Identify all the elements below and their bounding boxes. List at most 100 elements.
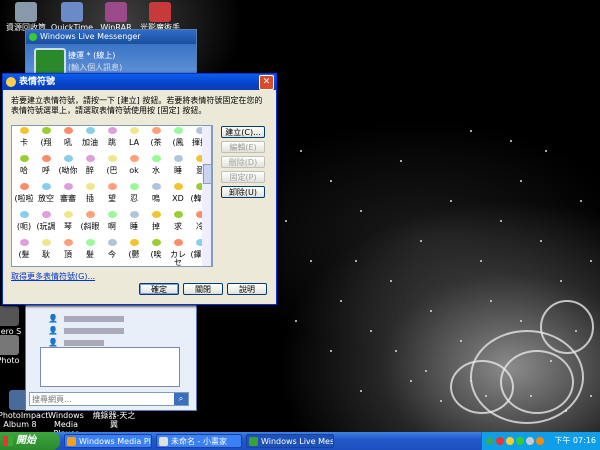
emoticon-icon [19, 127, 29, 134]
emoticon-shortcut-label[interactable]: 睡 [168, 167, 188, 183]
emoticon-shortcut-label[interactable]: (啦啦 [14, 195, 34, 211]
emoticon-icon [173, 127, 183, 134]
recycle-bin-icon [15, 2, 37, 22]
emoticon-icon [19, 155, 29, 162]
emoticon-icon [85, 239, 95, 246]
contact-row[interactable]: 👤 [48, 326, 124, 335]
emoticon-shortcut-label[interactable]: 跳 [102, 139, 122, 155]
emoticon-icon [151, 211, 161, 218]
snowflake [410, 380, 412, 382]
emoticon-icon [63, 155, 73, 162]
emoticon-shortcut-label[interactable]: ok [124, 167, 144, 183]
emoticon-shortcut-label[interactable]: (鳳 [168, 139, 188, 155]
emoticon-shortcut-label[interactable]: (呦你 [58, 167, 78, 183]
task-label: 未命名 - 小畫家 [171, 437, 227, 446]
get-more-emoticons-link[interactable]: 取得更多表情符號(G)... [11, 271, 95, 282]
emoticon-shortcut-label[interactable]: (斜眼 [80, 223, 100, 239]
emoticon-shortcut-label[interactable]: (茶 [146, 139, 166, 155]
emoticon-shortcut-label[interactable]: 望 [102, 195, 122, 211]
snowflake [460, 340, 462, 342]
dialog-description: 若要建立表情符號，請按一下 [建立] 按鈕。若要將表情符號固定在您的表情符號選單… [11, 96, 263, 115]
create-button[interactable]: 建立(C)... [221, 126, 265, 138]
emoticon-shortcut-label[interactable]: 頂 [58, 251, 78, 266]
emoticon-shortcut-label[interactable]: 插 [80, 195, 100, 211]
emoticon-shortcut-label[interactable]: (呃) [14, 223, 34, 239]
emoticon-shortcut-label[interactable]: 啊 [102, 223, 122, 239]
messenger-display-name[interactable]: 捷運 * (線上) [68, 50, 115, 61]
web-search-input[interactable] [30, 393, 174, 405]
emoticon-shortcut-label[interactable]: 耿 [36, 251, 56, 266]
close-button[interactable]: 關閉 [183, 283, 223, 295]
snowflake [420, 240, 422, 242]
emoticon-shortcut-label[interactable]: 卡 [14, 139, 34, 155]
start-button[interactable]: 開始 [0, 432, 60, 450]
smiley-icon [6, 77, 16, 87]
ok-button[interactable]: 確定 [139, 283, 179, 295]
emoticon-shortcut-label[interactable]: 髮 [80, 251, 100, 266]
emoticon-shortcut-label[interactable]: 放空 [36, 195, 56, 211]
emoticon-shortcut-label[interactable]: LA [124, 139, 144, 155]
emoticon-shortcut-label[interactable]: 嗚 [146, 195, 166, 211]
emoticon-shortcut-label[interactable]: (髮 [14, 251, 34, 266]
winrar-icon [105, 2, 127, 22]
tray-icon[interactable] [526, 437, 534, 445]
task-messenger[interactable]: Windows Live Messen... [246, 434, 334, 448]
tray-icon[interactable] [486, 437, 494, 445]
emoticon-shortcut-label[interactable]: (玩調 [36, 223, 56, 239]
tray-icon[interactable] [496, 437, 504, 445]
paint-icon [159, 437, 168, 446]
emoticon-icon [85, 155, 95, 162]
emoticon-shortcut-label[interactable]: 水 [146, 167, 166, 183]
help-button[interactable]: 說明 [227, 283, 267, 295]
emoticon-shortcut-label[interactable]: 呼 [36, 167, 56, 183]
emoticon-shortcut-label[interactable]: (翔 [36, 139, 56, 155]
emoticon-shortcut-label[interactable]: XD [168, 195, 188, 211]
snowflake [590, 260, 592, 262]
search-icon[interactable]: ⌕ [174, 393, 188, 405]
taskbar: 開始 Windows Media Player 未命名 - 小畫家 Window… [0, 432, 600, 450]
emoticon-icon [129, 211, 139, 218]
grid-scrollbar[interactable] [202, 125, 212, 267]
messenger-titlebar[interactable]: Windows Live Messenger [26, 30, 196, 44]
emoticon-shortcut-label[interactable]: (巴 [102, 167, 122, 183]
desktop-icon-photo-editor[interactable]: 光影魔術手 [130, 2, 190, 32]
emoticon-shortcut-label[interactable]: 求 [168, 223, 188, 239]
snowflake [580, 200, 582, 202]
clock[interactable]: 下午 07:16 [554, 432, 596, 450]
emoticon-shortcut-label[interactable]: 琴 [58, 223, 78, 239]
scrollbar-thumb[interactable] [203, 164, 212, 184]
snowflake [340, 300, 342, 302]
emoticon-icon [41, 183, 51, 190]
snowflake [285, 220, 287, 222]
close-icon[interactable]: ✕ [259, 75, 274, 90]
tray-icon[interactable] [506, 437, 514, 445]
dialog-titlebar[interactable]: 表情符號 ✕ [3, 74, 276, 90]
emoticon-shortcut-label[interactable]: 加油 [80, 139, 100, 155]
emoticon-shortcut-label[interactable]: 審審 [58, 195, 78, 211]
emoticon-icon [85, 211, 95, 218]
emoticon-shortcut-label[interactable]: (鬱 [124, 251, 144, 266]
emoticon-shortcut-label[interactable]: 忍 [124, 195, 144, 211]
emoticon-shortcut-label[interactable]: 醉 [80, 167, 100, 183]
ad-box[interactable] [40, 347, 180, 387]
messenger-personal-message[interactable]: (輸入個人訊息) [68, 62, 122, 73]
task-media-player[interactable]: Windows Media Player [64, 434, 152, 448]
tray-icon[interactable] [516, 437, 524, 445]
emoticon-shortcut-label[interactable]: (唉 [146, 251, 166, 266]
emoticon-icon [173, 155, 183, 162]
emoticon-shortcut-label[interactable]: カレセ [168, 251, 188, 267]
emoticon-shortcut-label[interactable]: 今 [102, 251, 122, 266]
snowflake [450, 200, 452, 202]
emoticon-icon [41, 127, 51, 134]
emoticon-shortcut-label[interactable]: 掉 [146, 223, 166, 239]
emoticon-icon [151, 155, 161, 162]
contact-row[interactable]: 👤 [48, 338, 104, 347]
tray-icon[interactable] [536, 437, 544, 445]
contact-row[interactable]: 👤 [48, 314, 124, 323]
unpin-button[interactable]: 卸除(U) [221, 186, 265, 198]
emoticon-shortcut-label[interactable]: 吼 [58, 139, 78, 155]
task-paint[interactable]: 未命名 - 小畫家 [156, 434, 242, 448]
pin-button: 固定(P) [221, 171, 265, 183]
emoticon-shortcut-label[interactable]: 哈 [14, 167, 34, 183]
emoticon-shortcut-label[interactable]: 睡 [124, 223, 144, 239]
